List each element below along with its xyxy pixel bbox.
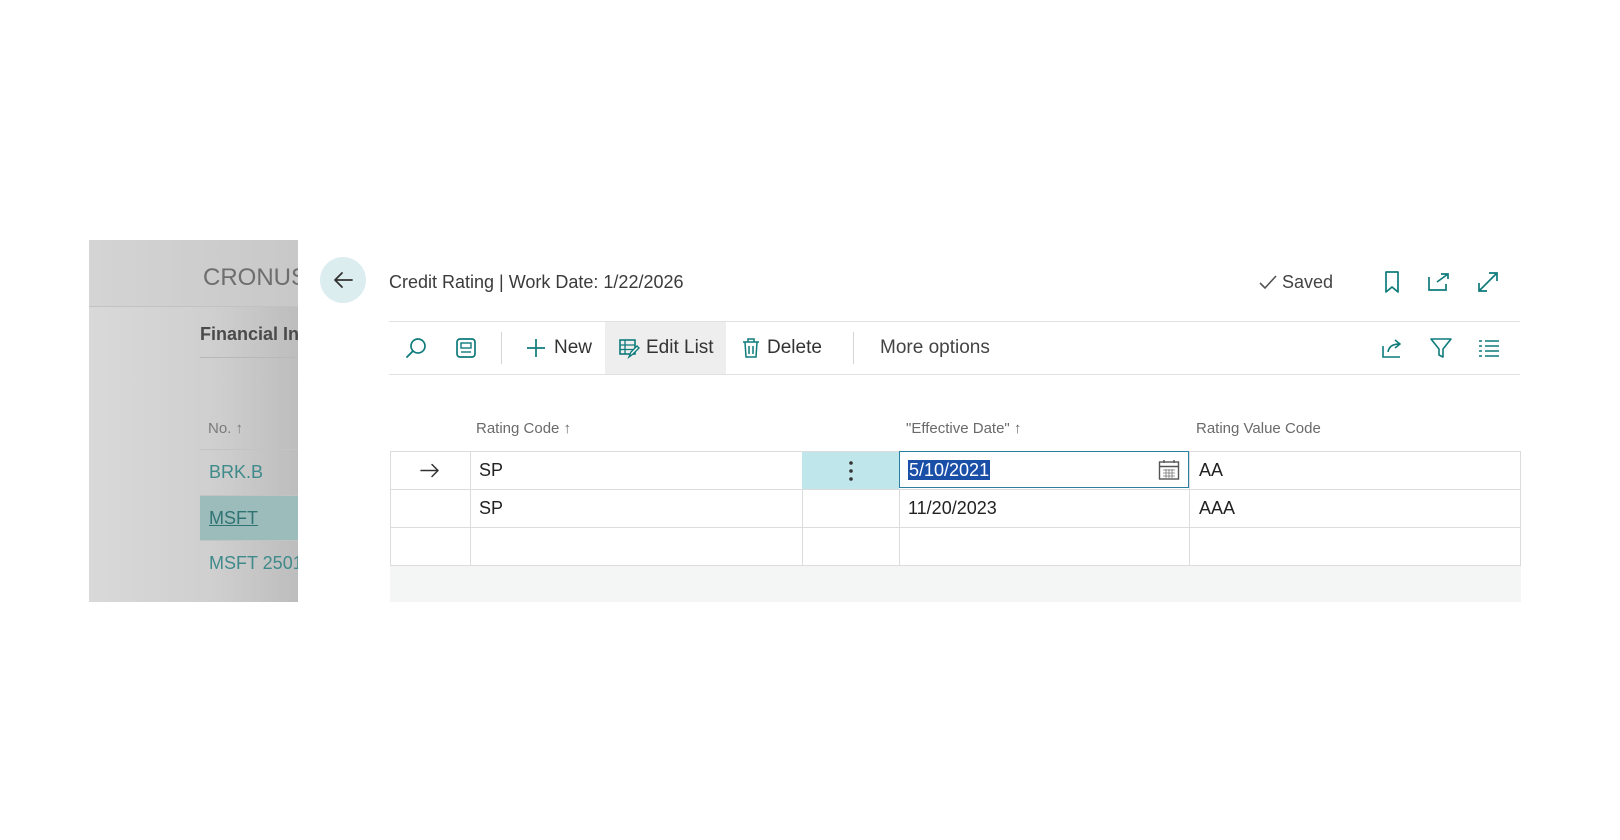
saved-label: Saved bbox=[1282, 272, 1334, 292]
list-view-button[interactable] bbox=[1474, 322, 1504, 374]
separator bbox=[501, 332, 502, 364]
background-list-item: MSFT 2501 bbox=[200, 540, 298, 586]
edit-list-label: Edit List bbox=[646, 337, 714, 358]
column-divider bbox=[470, 490, 471, 527]
rating-code-cell[interactable]: SP bbox=[479, 452, 503, 489]
separator bbox=[853, 332, 854, 364]
open-in-new-window-icon bbox=[1428, 273, 1449, 291]
edit-list-button[interactable]: Edit List bbox=[605, 322, 726, 374]
column-divider bbox=[1189, 452, 1190, 489]
filter-icon bbox=[1430, 338, 1452, 358]
column-divider bbox=[802, 528, 803, 565]
arrow-right-icon bbox=[420, 463, 439, 478]
background-page: CRONUS Financial In No. ↑ BRK.B MSFT MSF… bbox=[89, 240, 298, 602]
background-list-item: BRK.B bbox=[200, 449, 298, 495]
table-row[interactable]: SP 11/20/2023 AAA bbox=[391, 490, 1520, 528]
show-details-button[interactable] bbox=[451, 322, 481, 374]
rating-code-cell[interactable]: SP bbox=[479, 490, 503, 527]
search-icon bbox=[406, 338, 426, 358]
rating-value-code-cell[interactable]: AAA bbox=[1199, 490, 1235, 527]
column-divider bbox=[899, 490, 900, 527]
new-button[interactable]: New bbox=[526, 322, 598, 374]
row-selected-indicator bbox=[419, 452, 449, 489]
divider bbox=[200, 357, 298, 358]
rating-value-code-cell[interactable]: AA bbox=[1199, 452, 1223, 489]
saved-status: Saved bbox=[1258, 272, 1333, 293]
page-title: Credit Rating | Work Date: 1/22/2026 bbox=[389, 272, 684, 292]
more-options-button[interactable]: More options bbox=[880, 322, 1000, 374]
calendar-icon bbox=[1158, 460, 1180, 480]
trash-icon bbox=[743, 338, 759, 358]
background-header: CRONUS bbox=[89, 240, 298, 307]
column-divider bbox=[470, 452, 471, 489]
arrow-left-icon bbox=[334, 272, 353, 288]
details-pane-icon bbox=[456, 338, 476, 358]
background-section-title: Financial In bbox=[200, 324, 298, 344]
calendar-button[interactable] bbox=[1158, 459, 1180, 486]
column-divider bbox=[470, 528, 471, 565]
filter-button[interactable] bbox=[1426, 322, 1456, 374]
column-divider bbox=[802, 490, 803, 527]
bookmark-icon bbox=[1385, 271, 1399, 293]
table-row[interactable]: SP 5/10/2021 AA bbox=[391, 451, 1520, 490]
list-icon bbox=[1479, 340, 1499, 357]
column-header-rating-code[interactable]: Rating Code ↑ bbox=[476, 420, 571, 437]
share-icon bbox=[1382, 339, 1401, 358]
delete-button[interactable]: Delete bbox=[741, 322, 825, 374]
credit-rating-grid: SP 5/10/2021 AA SP 11/20/2023 AAA bbox=[390, 451, 1521, 566]
company-name: CRONUS bbox=[203, 264, 298, 291]
effective-date-cell[interactable]: 11/20/2023 bbox=[908, 490, 997, 527]
new-button-label: New bbox=[554, 337, 593, 358]
table-row-empty[interactable] bbox=[391, 528, 1520, 566]
edit-list-icon bbox=[619, 339, 640, 359]
expand-icon bbox=[1478, 272, 1498, 292]
checkmark-icon bbox=[1259, 274, 1277, 289]
column-divider bbox=[899, 528, 900, 565]
search-button[interactable] bbox=[401, 322, 431, 374]
expand-button[interactable] bbox=[1474, 268, 1502, 296]
share-button[interactable] bbox=[1377, 322, 1407, 374]
column-header-effective-date[interactable]: "Effective Date" ↑ bbox=[906, 420, 1021, 437]
grid-footer bbox=[390, 566, 1521, 602]
column-divider bbox=[1189, 528, 1190, 565]
action-bar: New Edit List Delete More options bbox=[389, 321, 1520, 375]
open-new-window-button[interactable] bbox=[1425, 268, 1453, 296]
plus-icon bbox=[527, 339, 545, 357]
delete-label: Delete bbox=[767, 337, 822, 358]
row-menu-button[interactable] bbox=[802, 452, 899, 489]
bookmark-button[interactable] bbox=[1378, 268, 1406, 296]
background-column-header: No. ↑ bbox=[208, 420, 244, 437]
back-button[interactable] bbox=[320, 257, 366, 303]
effective-date-input[interactable]: 5/10/2021 bbox=[899, 451, 1189, 488]
column-divider bbox=[1189, 490, 1190, 527]
more-vertical-icon bbox=[848, 460, 853, 481]
effective-date-value-selected: 5/10/2021 bbox=[908, 460, 991, 480]
background-list-item-selected: MSFT bbox=[200, 495, 298, 541]
column-header-rating-value-code[interactable]: Rating Value Code bbox=[1196, 420, 1321, 437]
